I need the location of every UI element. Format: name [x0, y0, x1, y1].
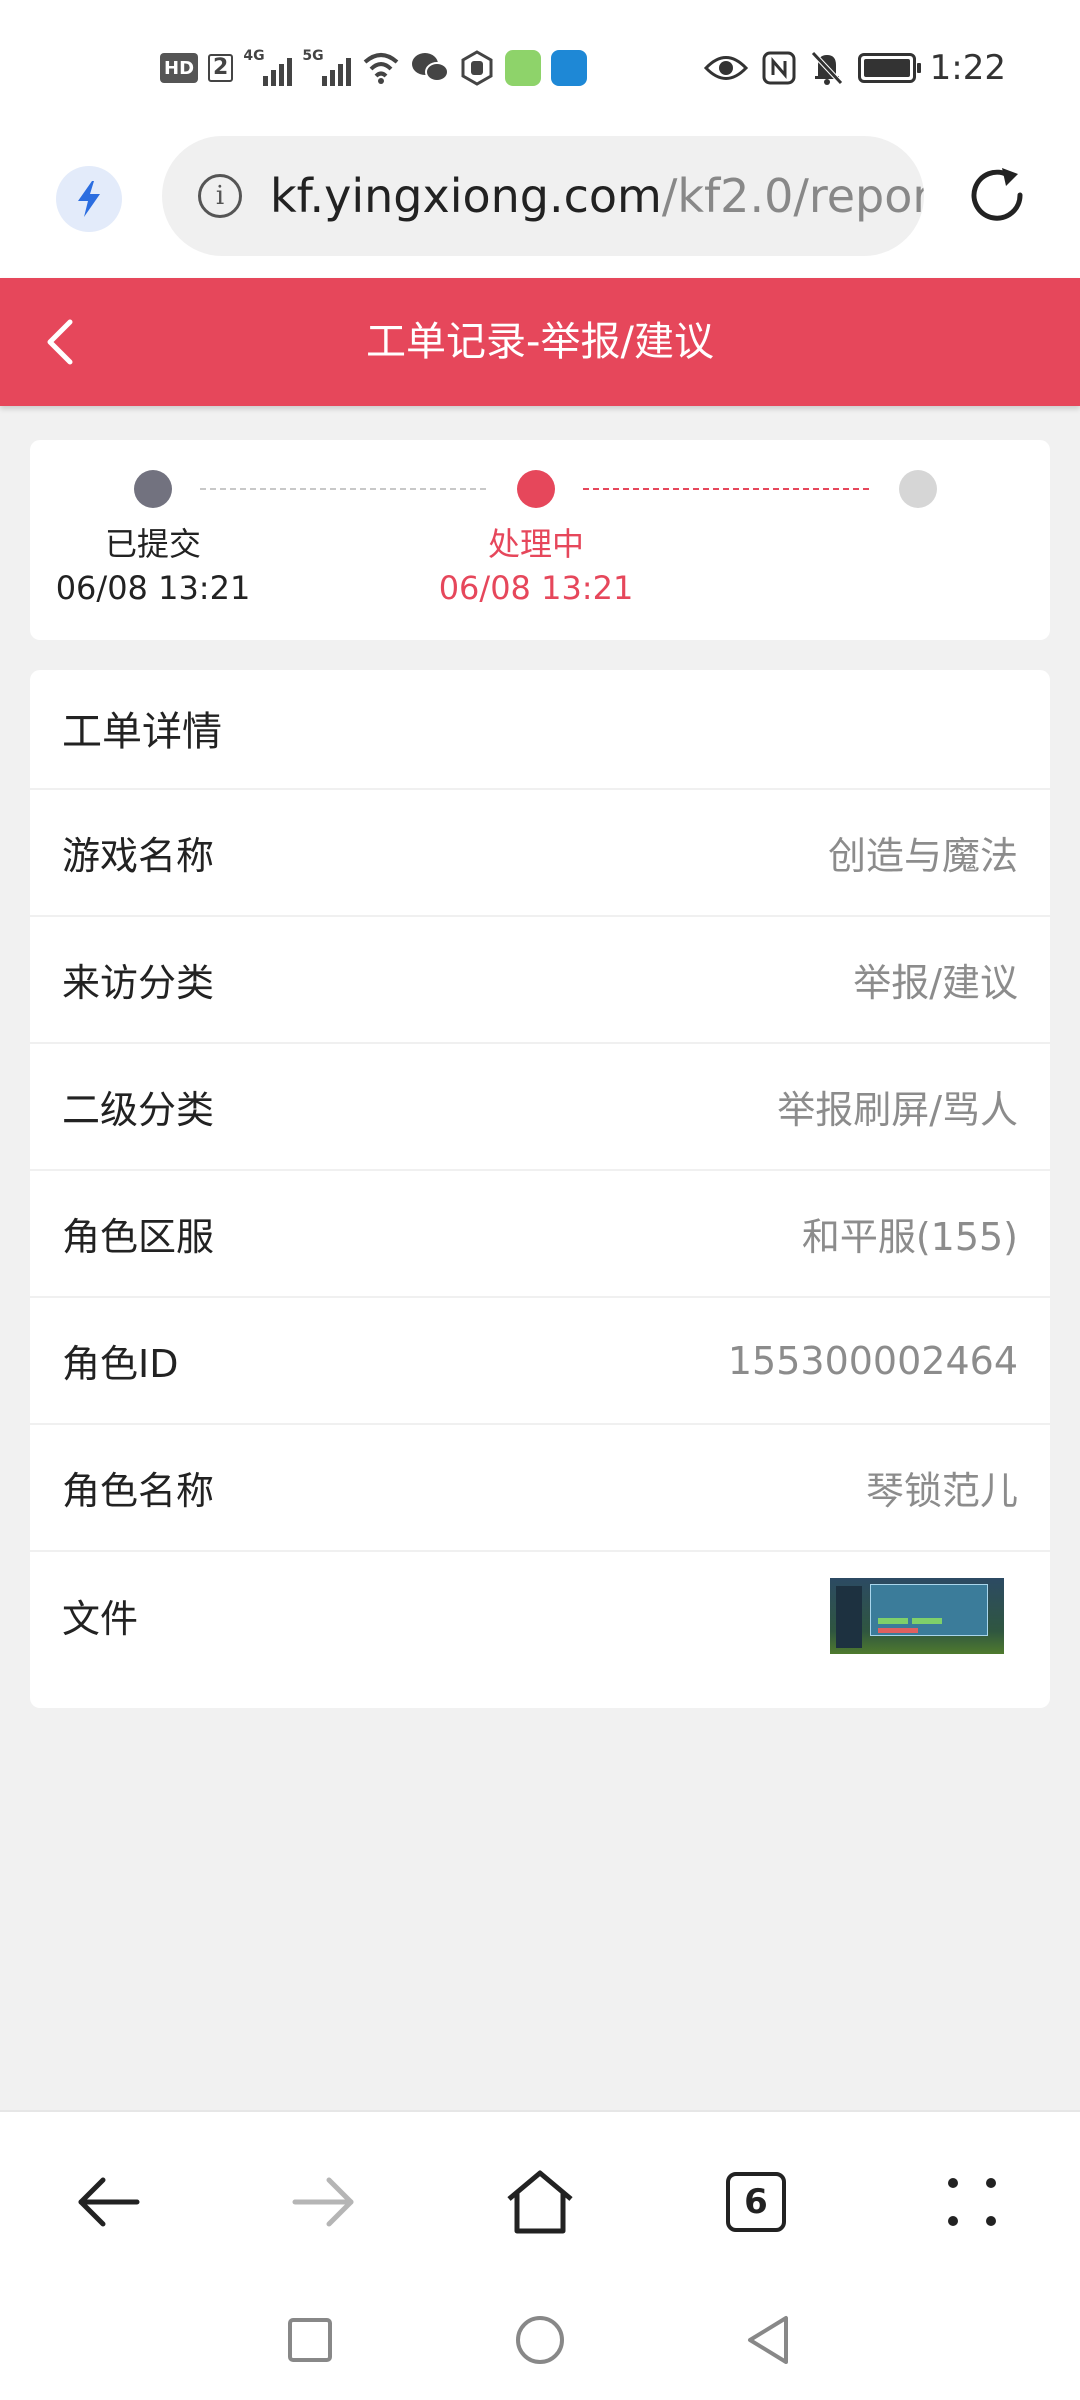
step-connector — [583, 488, 869, 490]
step-time: 06/08 13:21 — [55, 569, 251, 607]
page-title: 工单记录-举报/建议 — [366, 319, 714, 365]
back-triangle-icon[interactable] — [742, 2312, 798, 2368]
step-status: 处理中 — [487, 525, 584, 563]
progress-card: 已提交 06/08 13:21 处理中 06/08 13:21 — [30, 440, 1050, 640]
network-5g-label: 5G — [302, 48, 324, 64]
row-label: 角色区服 — [62, 1215, 215, 1259]
status-right: 1:22 — [703, 46, 1006, 90]
detail-row-role-id: 角色ID 155300002464 — [30, 1298, 1050, 1425]
signal-5g-icon: 5G — [302, 48, 352, 86]
recent-apps-icon[interactable] — [282, 2312, 338, 2368]
home-circle-icon[interactable] — [512, 2312, 568, 2368]
step-dot-processing — [517, 470, 555, 508]
status-bar: HD 2 4G 5G 1:22 — [0, 0, 1080, 130]
forward-arrow-icon — [292, 2177, 354, 2227]
detail-row-server: 角色区服 和平服(155) — [30, 1171, 1050, 1298]
step-dot-pending — [899, 470, 937, 508]
row-label: 来访分类 — [62, 961, 215, 1005]
status-time: 1:22 — [929, 48, 1006, 88]
step-label-submitted: 已提交 06/08 13:21 — [33, 522, 273, 610]
home-icon — [507, 2170, 573, 2234]
step-dot-submitted — [134, 470, 172, 508]
url-path: /kf2.0/report — [661, 169, 924, 223]
app-icon-blue — [551, 50, 588, 86]
url-text[interactable]: kf.yingxiong.com/kf2.0/report — [270, 169, 924, 223]
nfc-icon — [762, 51, 796, 85]
row-label: 角色ID — [62, 1342, 179, 1386]
row-value: 创造与魔法 — [827, 834, 1018, 878]
app-icon-green — [505, 50, 542, 86]
wifi-icon — [364, 53, 399, 84]
detail-row-file: 文件 — [30, 1552, 1050, 1679]
row-value: 举报/建议 — [853, 961, 1018, 1005]
back-arrow-icon — [78, 2177, 140, 2227]
battery-icon — [857, 53, 921, 83]
url-domain: kf.yingxiong.com — [270, 169, 662, 223]
bell-off-icon — [810, 51, 843, 85]
menu-button[interactable] — [932, 2162, 1012, 2242]
lightning-icon — [78, 181, 100, 217]
app-header: 工单记录-举报/建议 — [0, 278, 1080, 406]
row-label: 二级分类 — [62, 1088, 215, 1132]
reload-icon[interactable] — [962, 160, 1032, 230]
ticket-detail-card: 工单详情 游戏名称 创造与魔法 来访分类 举报/建议 二级分类 举报刷屏/骂人 … — [30, 670, 1050, 1708]
row-label: 文件 — [62, 1597, 139, 1641]
step-label-processing: 处理中 06/08 13:21 — [416, 522, 656, 610]
row-label: 角色名称 — [62, 1469, 215, 1513]
wechat-icon — [412, 53, 450, 82]
row-value: 和平服(155) — [801, 1215, 1018, 1259]
info-icon[interactable]: i — [198, 174, 242, 218]
step-time: 06/08 13:21 — [438, 569, 634, 607]
network-4g-label: 4G — [243, 48, 265, 64]
address-bar[interactable]: i kf.yingxiong.com/kf2.0/report — [162, 136, 924, 256]
detail-row-game: 游戏名称 创造与魔法 — [30, 790, 1050, 917]
step-status: 已提交 — [104, 525, 201, 563]
detail-row-role-name: 角色名称 琴锁范儿 — [30, 1425, 1050, 1552]
card-title: 工单详情 — [30, 670, 1050, 790]
step-connector — [200, 488, 486, 490]
tabs-icon: 6 — [726, 2172, 786, 2232]
hand-icon — [461, 50, 493, 86]
file-thumbnail[interactable] — [830, 1577, 1004, 1654]
eye-icon — [703, 56, 748, 80]
signal-4g-icon: 4G — [243, 48, 293, 86]
detail-row-subcategory: 二级分类 举报刷屏/骂人 — [30, 1044, 1050, 1171]
forward-button[interactable] — [284, 2162, 364, 2242]
home-button[interactable] — [500, 2162, 580, 2242]
row-value: 琴锁范儿 — [865, 1469, 1018, 1513]
hd-badge: HD — [160, 53, 199, 83]
back-button[interactable] — [68, 2162, 148, 2242]
tabs-button[interactable]: 6 — [716, 2162, 796, 2242]
status-left: HD 2 4G 5G — [160, 46, 588, 90]
bolt-button[interactable] — [56, 166, 122, 232]
sim-number: 2 — [208, 54, 234, 82]
row-label: 游戏名称 — [62, 834, 215, 878]
menu-dots-icon — [948, 2178, 996, 2226]
detail-row-category: 来访分类 举报/建议 — [30, 917, 1050, 1044]
row-value: 155300002464 — [727, 1338, 1018, 1383]
browser-toolbar: i kf.yingxiong.com/kf2.0/report — [0, 130, 1080, 278]
row-value: 举报刷屏/骂人 — [777, 1088, 1018, 1132]
